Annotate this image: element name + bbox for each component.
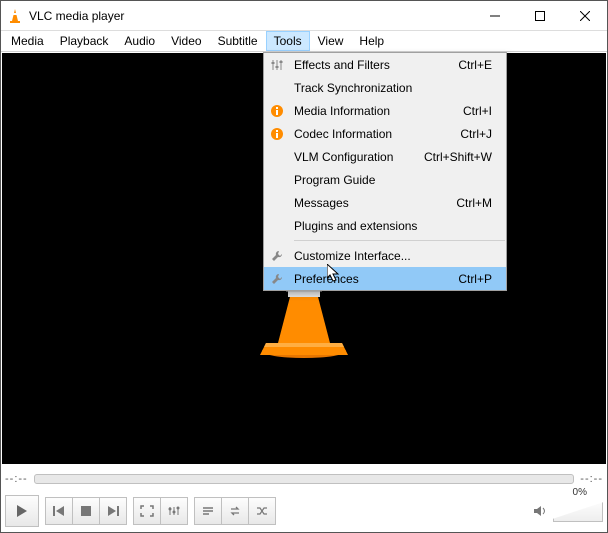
menu-item-label: Program Guide bbox=[290, 173, 492, 187]
loop-button[interactable] bbox=[221, 497, 249, 525]
stop-button[interactable] bbox=[72, 497, 100, 525]
menu-subtitle[interactable]: Subtitle bbox=[210, 31, 266, 51]
wrench-icon bbox=[264, 249, 290, 263]
close-button[interactable] bbox=[562, 1, 607, 30]
menu-item-label: VLM Configuration bbox=[290, 150, 424, 164]
menu-item-program-guide[interactable]: Program Guide bbox=[264, 168, 506, 191]
menu-item-shortcut: Ctrl+E bbox=[458, 58, 506, 72]
menu-item-shortcut: Ctrl+I bbox=[463, 104, 506, 118]
menu-item-shortcut: Ctrl+P bbox=[458, 272, 506, 286]
minimize-button[interactable] bbox=[472, 1, 517, 30]
menu-audio[interactable]: Audio bbox=[116, 31, 163, 51]
menu-item-label: Track Synchronization bbox=[290, 81, 492, 95]
menu-item-track-synchronization[interactable]: Track Synchronization bbox=[264, 76, 506, 99]
menu-item-vlm-configuration[interactable]: VLM ConfigurationCtrl+Shift+W bbox=[264, 145, 506, 168]
fullscreen-button[interactable] bbox=[133, 497, 161, 525]
seek-bar-row: --:-- --:-- bbox=[5, 468, 603, 490]
extended-settings-button[interactable] bbox=[160, 497, 188, 525]
volume-control[interactable]: 0% bbox=[533, 500, 603, 522]
menu-item-media-information[interactable]: Media InformationCtrl+I bbox=[264, 99, 506, 122]
menu-item-plugins-and-extensions[interactable]: Plugins and extensions bbox=[264, 214, 506, 237]
speaker-icon bbox=[533, 504, 549, 518]
previous-button[interactable] bbox=[45, 497, 73, 525]
tools-menu-dropdown: Effects and FiltersCtrl+E Track Synchroni… bbox=[263, 52, 507, 291]
maximize-button[interactable] bbox=[517, 1, 562, 30]
menu-item-shortcut: Ctrl+M bbox=[456, 196, 506, 210]
next-button[interactable] bbox=[99, 497, 127, 525]
menu-item-codec-information[interactable]: Codec InformationCtrl+J bbox=[264, 122, 506, 145]
menu-tools[interactable]: Tools bbox=[266, 31, 310, 51]
menu-item-customize-interface[interactable]: Customize Interface... bbox=[264, 244, 506, 267]
menu-item-label: Customize Interface... bbox=[290, 249, 492, 263]
menu-bar: MediaPlaybackAudioVideoSubtitleToolsView… bbox=[1, 31, 607, 52]
menu-playback[interactable]: Playback bbox=[52, 31, 117, 51]
menu-help[interactable]: Help bbox=[351, 31, 392, 51]
title-bar: VLC media player bbox=[1, 1, 607, 31]
menu-item-label: Plugins and extensions bbox=[290, 219, 492, 233]
elapsed-time: --:-- bbox=[5, 473, 28, 485]
menu-view[interactable]: View bbox=[310, 31, 352, 51]
total-time: --:-- bbox=[580, 473, 603, 485]
play-button[interactable] bbox=[5, 495, 39, 527]
volume-slider[interactable] bbox=[553, 500, 603, 522]
sliders-icon bbox=[264, 58, 290, 72]
menu-video[interactable]: Video bbox=[163, 31, 209, 51]
wrench-icon bbox=[264, 272, 290, 286]
playback-controls: 0% bbox=[5, 494, 603, 528]
menu-item-label: Codec Information bbox=[290, 127, 460, 141]
app-icon bbox=[7, 8, 23, 24]
menu-item-label: Messages bbox=[290, 196, 456, 210]
playlist-button[interactable] bbox=[194, 497, 222, 525]
seek-slider[interactable] bbox=[34, 474, 575, 484]
menu-item-label: Effects and Filters bbox=[290, 58, 458, 72]
menu-item-messages[interactable]: MessagesCtrl+M bbox=[264, 191, 506, 214]
info-icon bbox=[264, 127, 290, 141]
volume-percent: 0% bbox=[573, 487, 587, 498]
menu-media[interactable]: Media bbox=[3, 31, 52, 51]
menu-item-shortcut: Ctrl+J bbox=[460, 127, 506, 141]
shuffle-button[interactable] bbox=[248, 497, 276, 525]
menu-item-label: Media Information bbox=[290, 104, 463, 118]
menu-item-label: Preferences bbox=[290, 272, 458, 286]
menu-item-effects-and-filters[interactable]: Effects and FiltersCtrl+E bbox=[264, 53, 506, 76]
menu-item-preferences[interactable]: PreferencesCtrl+P bbox=[264, 267, 506, 290]
info-icon bbox=[264, 104, 290, 118]
menu-item-shortcut: Ctrl+Shift+W bbox=[424, 150, 506, 164]
window-title: VLC media player bbox=[29, 9, 472, 23]
